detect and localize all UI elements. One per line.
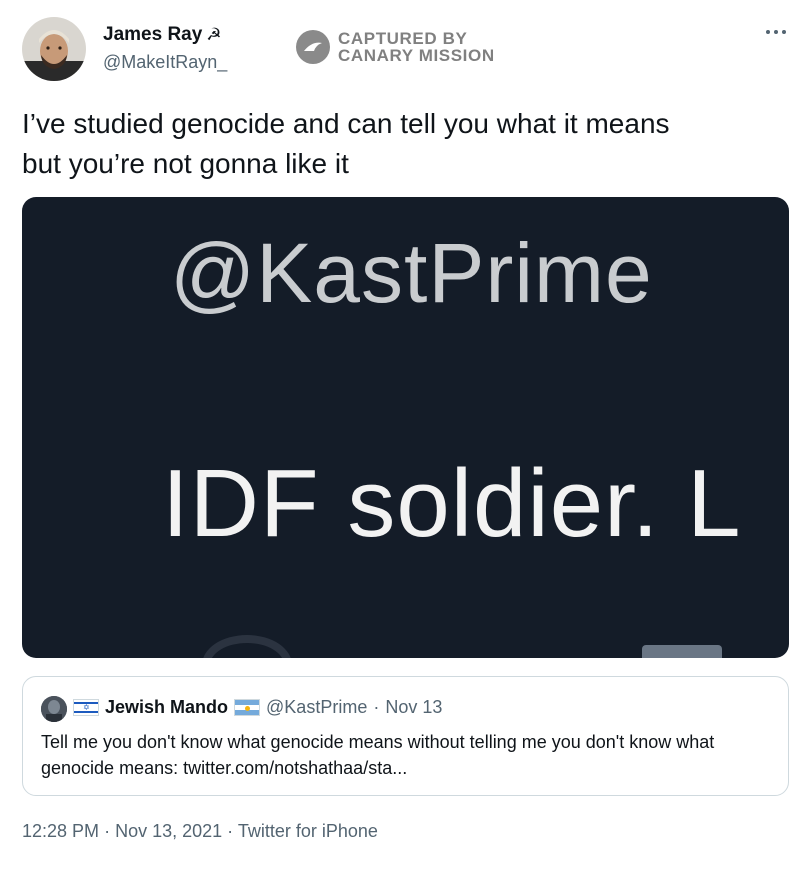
quoted-tweet-text: Tell me you don't know what genocide mea… — [41, 732, 715, 778]
timestamp-separator: · — [227, 821, 234, 841]
media-cropped-shape — [202, 635, 292, 658]
author-handle[interactable]: @MakeItRayn_ — [103, 52, 227, 73]
timestamp-separator: · — [104, 821, 111, 841]
argentina-flag-icon — [234, 699, 261, 716]
tweet-text: I’ve studied genocide and can tell you w… — [22, 104, 782, 184]
tweet-text-line2: but you’re not gonna like it — [22, 148, 349, 179]
quoted-author-handle: @KastPrime — [266, 697, 368, 717]
tweet-time[interactable]: 12:28 PM — [22, 821, 99, 841]
tweet-source-link[interactable]: Twitter for iPhone — [238, 821, 378, 841]
more-options-button[interactable] — [764, 22, 788, 42]
media-handle-text: @KastPrime — [170, 226, 653, 320]
canary-mission-watermark: CAPTURED BY CANARY MISSION — [296, 30, 495, 64]
quoted-tweet-header: ✡ Jewish Mando @KastPrime · Nov 13 — [73, 697, 442, 718]
quoted-date: Nov 13 — [385, 697, 443, 717]
canary-logo-icon — [296, 30, 330, 64]
israel-flag-icon: ✡ — [73, 699, 99, 716]
author-name[interactable]: James Ray ☭ — [103, 24, 222, 46]
quoted-author-name: Jewish Mando — [105, 697, 229, 717]
avatar-image — [22, 17, 86, 81]
tweet-text-line1: I’ve studied genocide and can tell you w… — [22, 108, 670, 139]
tweet-media-image[interactable]: @KastPrime IDF soldier. L — [22, 197, 789, 658]
tweet-date[interactable]: Nov 13, 2021 — [115, 821, 222, 841]
author-name-text: James Ray — [103, 24, 203, 45]
quoted-tweet[interactable]: ✡ Jewish Mando @KastPrime · Nov 13 Tell … — [22, 676, 789, 796]
author-avatar[interactable] — [22, 17, 86, 81]
watermark-line1: CAPTURED BY — [338, 29, 468, 48]
hammer-sickle-icon: ☭ — [206, 25, 222, 44]
quoted-author-avatar — [41, 696, 67, 722]
tweet-timestamp: 12:28 PM · Nov 13, 2021 · Twitter for iP… — [22, 821, 378, 842]
media-body-text: IDF soldier. L — [162, 450, 742, 557]
ellipsis-icon — [766, 30, 786, 34]
quoted-separator: · — [373, 697, 380, 717]
media-cropped-shape — [642, 645, 722, 658]
watermark-line2: CANARY MISSION — [338, 46, 495, 65]
